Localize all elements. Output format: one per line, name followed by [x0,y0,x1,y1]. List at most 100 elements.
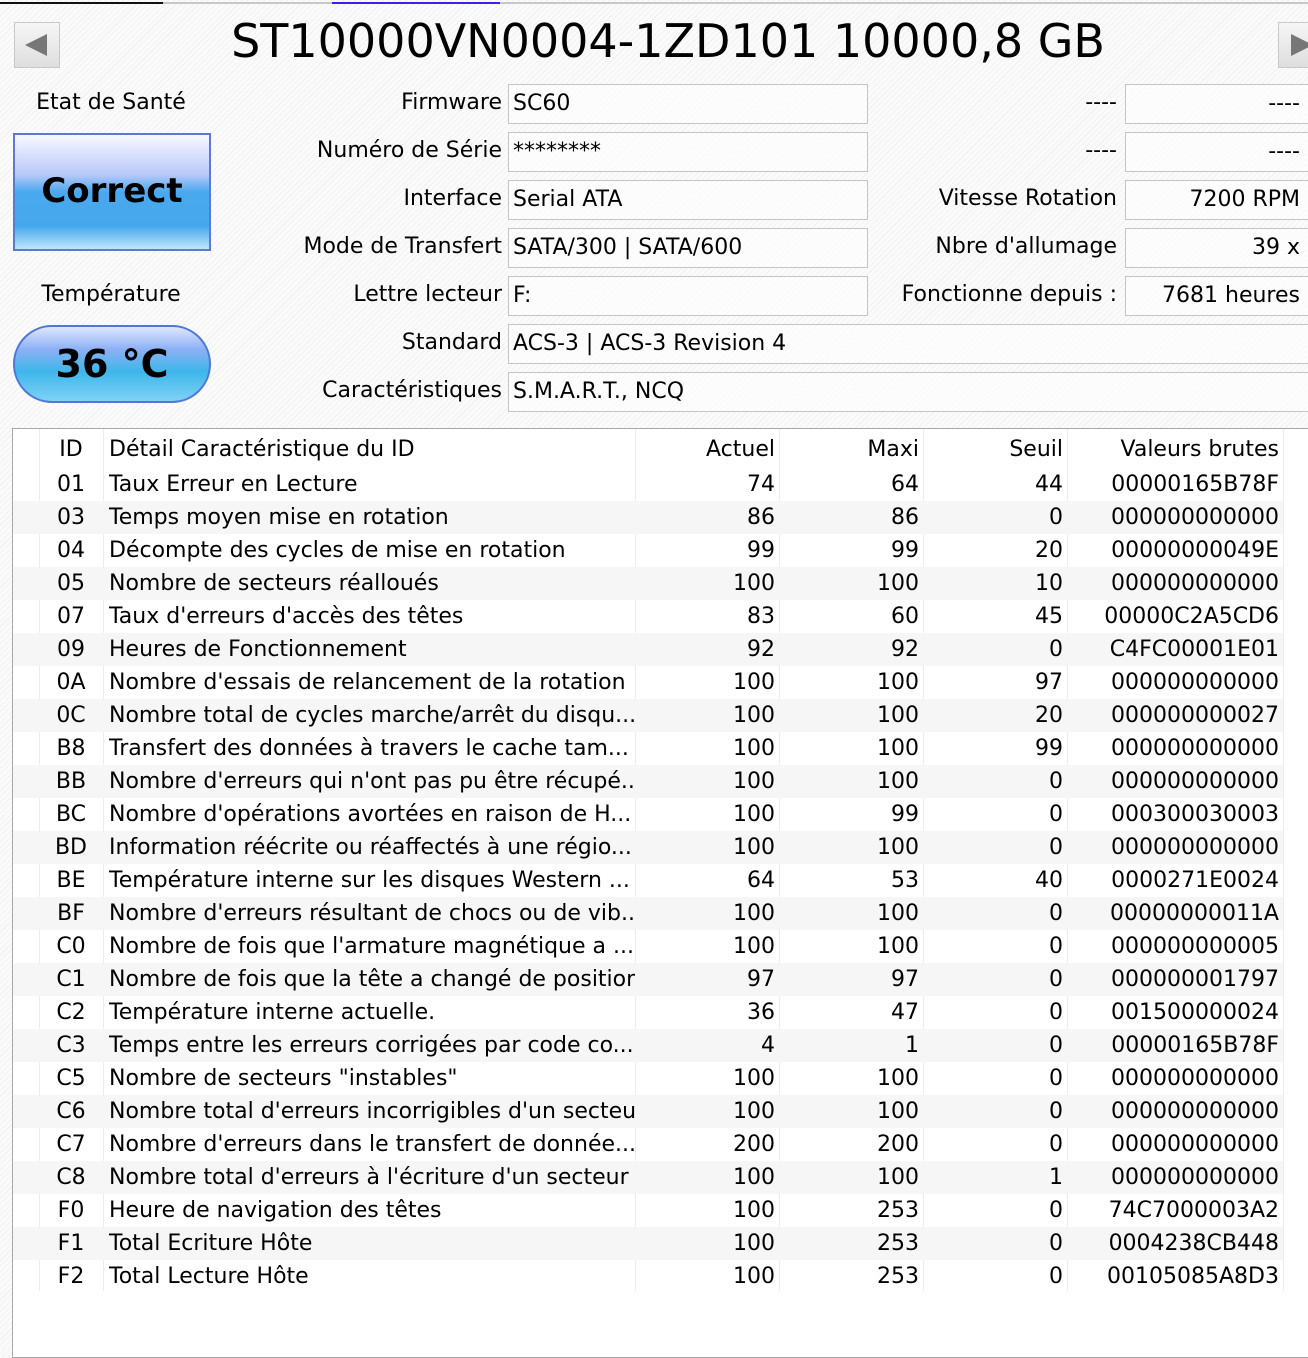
header-id[interactable]: ID [39,433,103,466]
attribute-name: Temps moyen mise en rotation [109,505,449,530]
table-row[interactable]: F2 Total Lecture Hôte 100 253 0 00105085A8D3 [13,1260,1283,1293]
attribute-id: C7 [56,1132,86,1157]
info-field[interactable]: Serial ATA [508,180,868,220]
header-raw[interactable]: Valeurs brutes [1067,433,1280,466]
info-field[interactable]: SATA/300 | SATA/600 [508,228,868,268]
worst-value: 53 [891,868,919,893]
table-row[interactable]: BC Nombre d'opérations avortées en raison… [13,798,1283,831]
table-row[interactable]: C6 Nombre total d'erreurs incorrigibles d… [13,1095,1283,1128]
header-detail[interactable]: Détail Caractéristique du ID [109,433,635,466]
header-current[interactable]: Actuel [635,433,775,466]
current-value: 100 [733,802,775,827]
attribute-id: 03 [57,505,85,530]
raw-value: 000000000005 [1111,934,1279,959]
attribute-id: C0 [56,934,86,959]
info-label: Interface [403,186,503,211]
table-row[interactable]: C7 Nombre d'erreurs dans le transfert de … [13,1128,1283,1161]
table-row[interactable]: 0C Nombre total de cycles marche/arrêt du… [13,699,1283,732]
table-header: ID Détail Caractéristique du ID Actuel M… [13,433,1283,466]
table-row[interactable]: BB Nombre d'erreurs qui n'ont pas pu être… [13,765,1283,798]
tab-indicator-2[interactable] [163,2,332,4]
table-row[interactable]: F1 Total Ecriture Hôte 100 253 0 0004238CB448 [13,1227,1283,1260]
attribute-id: B8 [56,736,86,761]
current-value: 100 [733,1264,775,1289]
table-row[interactable]: F0 Heure de navigation des têtes 100 253 0 74… [13,1194,1283,1227]
attribute-name: Transfert des données à travers le cache… [109,736,629,761]
current-value: 100 [733,703,775,728]
tab-indicator-1[interactable] [0,2,163,4]
threshold-value: 0 [1049,1000,1063,1025]
table-row[interactable]: 0A Nombre d'essais de relancement de la r… [13,666,1283,699]
info-field[interactable]: SC60 [508,84,868,124]
table-row[interactable]: C5 Nombre de secteurs "instables" 100 100 0 0… [13,1062,1283,1095]
header-worst[interactable]: Maxi [779,433,919,466]
table-row[interactable]: BD Information réécrite ou réaffectés à u… [13,831,1283,864]
worst-value: 86 [891,505,919,530]
info-field[interactable]: S.M.A.R.T., NCQ [508,372,1308,412]
info-field[interactable]: ******** [508,132,868,172]
health-status-button[interactable]: Correct [13,133,211,251]
info-field[interactable]: F: [508,276,868,316]
table-row[interactable]: BE Température interne sur les disques We… [13,864,1283,897]
tab-indicator-rest [500,2,1308,4]
threshold-value: 0 [1049,505,1063,530]
info-field[interactable]: ---- [1125,84,1308,124]
health-label: Etat de Santé [36,90,186,115]
table-row[interactable]: C3 Temps entre les erreurs corrigées par … [13,1029,1283,1062]
attribute-name: Information réécrite ou réaffectés à une… [109,835,632,860]
current-value: 97 [747,967,775,992]
table-row[interactable]: 05 Nombre de secteurs réalloués 100 100 10 00… [13,567,1283,600]
info-label: Lettre lecteur [353,282,502,307]
attribute-name: Nombre total d'erreurs à l'écriture d'un… [109,1165,629,1190]
table-row[interactable]: C0 Nombre de fois que l'armature magnétiq… [13,930,1283,963]
info-label: Firmware [401,90,502,115]
info-field[interactable]: 39 x [1125,228,1308,268]
current-value: 64 [747,868,775,893]
attribute-id: C6 [56,1099,86,1124]
table-row[interactable]: B8 Transfert des données à travers le cac… [13,732,1283,765]
attribute-name: Température interne sur les disques West… [109,868,630,893]
worst-value: 100 [877,1165,919,1190]
worst-value: 100 [877,934,919,959]
table-row[interactable]: C2 Température interne actuelle. 36 47 0 0015… [13,996,1283,1029]
attribute-id: F2 [57,1264,85,1289]
info-label: Caractéristiques [322,378,502,403]
table-row[interactable]: C8 Nombre total d'erreurs à l'écriture d'… [13,1161,1283,1194]
attribute-name: Nombre d'erreurs résultant de chocs ou d… [109,901,635,926]
info-label: Mode de Transfert [303,234,502,259]
table-row[interactable]: BF Nombre d'erreurs résultant de chocs ou… [13,897,1283,930]
info-field[interactable]: 7681 heures [1125,276,1308,316]
attribute-name: Total Ecriture Hôte [109,1231,313,1256]
table-row[interactable]: 07 Taux d'erreurs d'accès des têtes 83 60 45… [13,600,1283,633]
attribute-name: Nombre de secteurs "instables" [109,1066,458,1091]
attribute-id: C8 [56,1165,86,1190]
attribute-id: 05 [57,571,85,596]
raw-value: 00000165B78F [1111,1033,1279,1058]
threshold-value: 45 [1035,604,1063,629]
table-row[interactable]: 09 Heures de Fonctionnement 92 92 0 C4FC00001… [13,633,1283,666]
raw-value: 000000000000 [1111,1132,1279,1157]
attribute-id: 07 [57,604,85,629]
smart-table[interactable]: ID Détail Caractéristique du ID Actuel M… [12,428,1308,1358]
raw-value: 0004238CB448 [1108,1231,1279,1256]
info-field[interactable]: 7200 RPM [1125,180,1308,220]
header-threshold[interactable]: Seuil [923,433,1063,466]
worst-value: 99 [891,802,919,827]
raw-value: 000000000000 [1111,769,1279,794]
attribute-id: C1 [56,967,86,992]
table-row[interactable]: 03 Temps moyen mise en rotation 86 86 0 00000… [13,501,1283,534]
tab-indicator-active[interactable] [332,2,500,4]
info-label: Numéro de Série [316,138,502,163]
table-row[interactable]: 04 Décompte des cycles de mise en rotatio… [13,534,1283,567]
temperature-display[interactable]: 36 °C [13,325,211,403]
info-field[interactable]: ---- [1125,132,1308,172]
attribute-name: Nombre d'essais de relancement de la rot… [109,670,626,695]
current-value: 200 [733,1132,775,1157]
info-field[interactable]: ACS-3 | ACS-3 Revision 4 [508,324,1308,364]
threshold-value: 97 [1035,670,1063,695]
raw-value: 00000000049E [1111,538,1279,563]
current-value: 100 [733,1099,775,1124]
table-row[interactable]: 01 Taux Erreur en Lecture 74 64 44 00000165B7… [13,468,1283,501]
threshold-value: 40 [1035,868,1063,893]
table-row[interactable]: C1 Nombre de fois que la tête a changé de… [13,963,1283,996]
